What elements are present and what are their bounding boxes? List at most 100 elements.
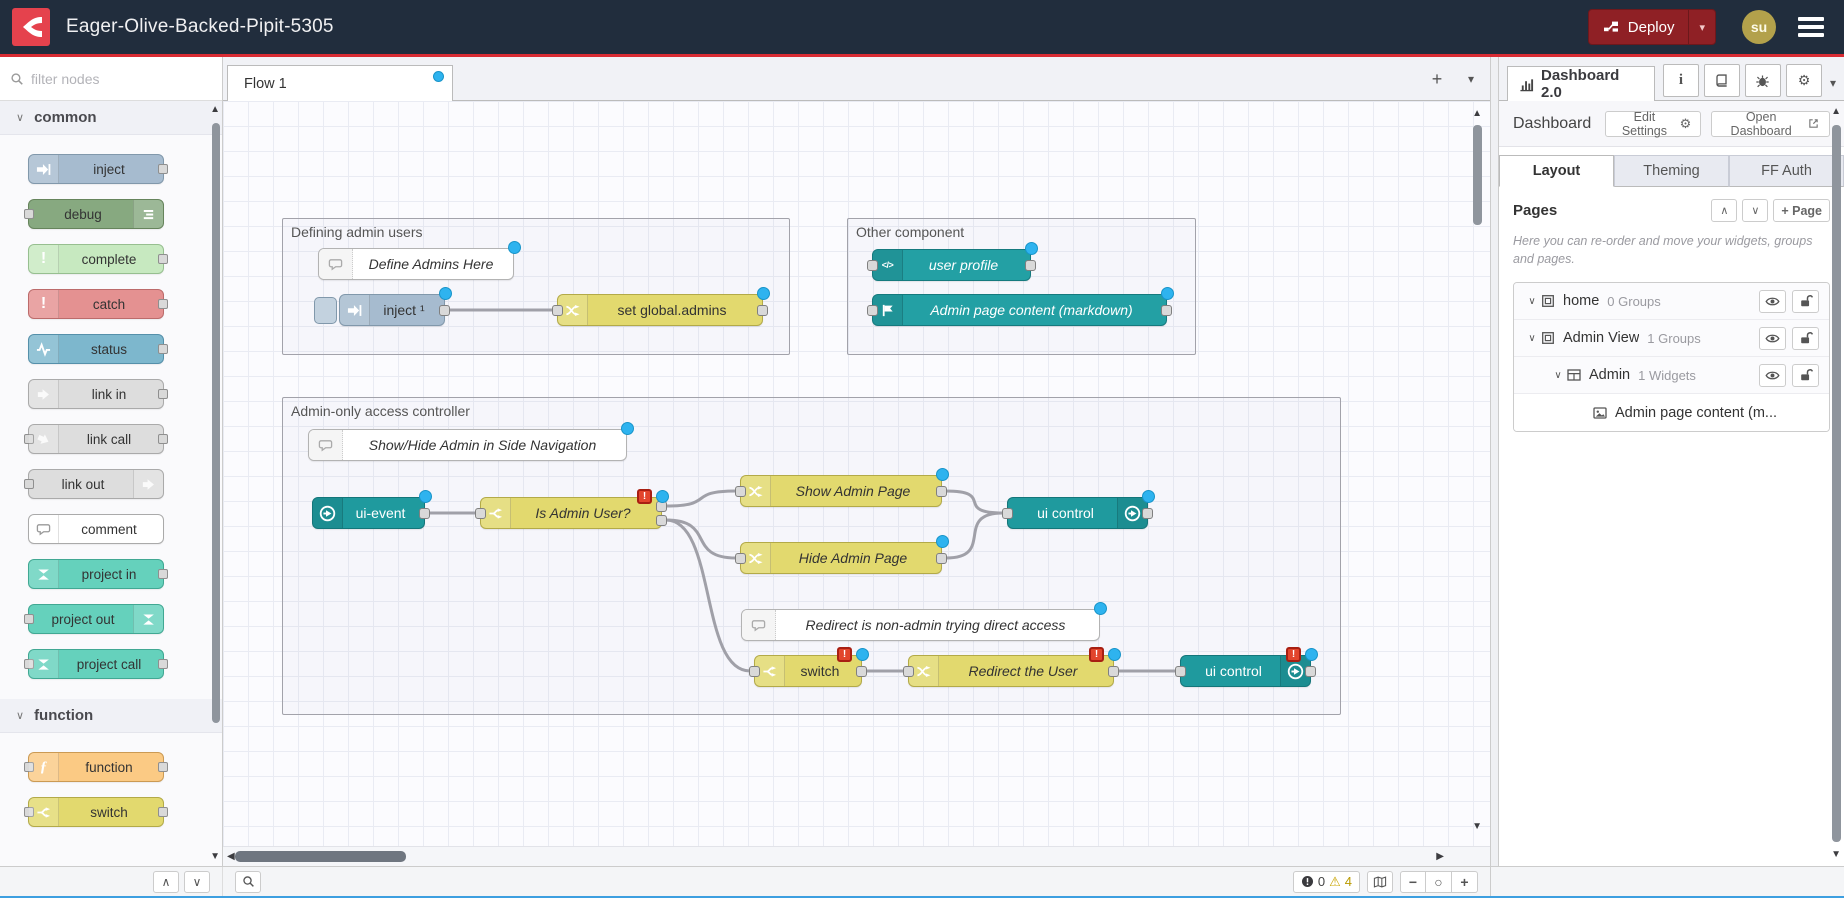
canvas-scroll-left-arrow[interactable]: ◀ xyxy=(227,852,235,862)
dashboard-tab-ff-auth[interactable]: FF Auth xyxy=(1729,155,1844,187)
sidebar-tab-bug[interactable] xyxy=(1745,64,1781,97)
inject-button[interactable] xyxy=(314,297,337,324)
palette-scrollbar[interactable] xyxy=(212,123,220,723)
sidebar-scroll-up-arrow[interactable]: ▲ xyxy=(1831,107,1841,117)
wire-show1-to-uictl1[interactable] xyxy=(946,491,1003,513)
dashboard-tab-theming[interactable]: Theming xyxy=(1614,155,1729,187)
open-dashboard-button[interactable]: Open Dashboard xyxy=(1711,111,1830,137)
sidebar-tab-book[interactable] xyxy=(1704,64,1740,97)
output-port[interactable] xyxy=(1142,508,1153,519)
output-port[interactable] xyxy=(936,553,947,564)
input-port[interactable] xyxy=(1002,508,1013,519)
canvas-scroll-right-arrow[interactable]: ▶ xyxy=(1436,852,1444,862)
node-hide-admin-page-hide1[interactable]: Hide Admin Page xyxy=(740,542,942,574)
output-port[interactable] xyxy=(419,508,430,519)
node-redirect-the-user-redirect1[interactable]: Redirect the User! xyxy=(908,655,1114,687)
canvas-search-button[interactable] xyxy=(235,871,261,893)
add-page-button[interactable]: + Page xyxy=(1773,199,1830,222)
output-port[interactable] xyxy=(1305,666,1316,677)
node-show-admin-page-show1[interactable]: Show Admin Page xyxy=(740,475,942,507)
input-port[interactable] xyxy=(735,553,746,564)
dashboard-tab-layout[interactable]: Layout xyxy=(1499,155,1614,187)
node-is-admin-user-isadmin[interactable]: Is Admin User?! xyxy=(480,497,662,529)
palette-search-input[interactable] xyxy=(31,71,212,87)
wire-hide1-to-uictl1[interactable] xyxy=(946,513,1003,558)
navigator-button[interactable] xyxy=(1367,871,1393,893)
visibility-button[interactable] xyxy=(1759,290,1786,313)
zoom-reset-button[interactable]: ○ xyxy=(1426,871,1452,893)
node-ui-event-uievent1[interactable]: ui-event xyxy=(312,497,425,529)
node-ui-control-uictl1[interactable]: ui control xyxy=(1007,497,1148,529)
node-set-global-admins-change1[interactable]: set global.admins xyxy=(557,294,763,326)
notification-counts[interactable]: 0 ⚠ 4 xyxy=(1293,871,1360,893)
canvas-horizontal-scrollbar[interactable] xyxy=(235,851,406,862)
flowfuse-logo-icon[interactable] xyxy=(12,8,50,46)
tree-row-home[interactable]: ∨home0 Groups xyxy=(1514,283,1829,320)
node-admin-page-content-markdown-template2[interactable]: Admin page content (markdown) xyxy=(872,294,1167,326)
tree-expander-icon[interactable]: ∨ xyxy=(1524,296,1540,307)
input-port[interactable] xyxy=(1175,666,1186,677)
palette-node-debug[interactable]: debug xyxy=(28,199,164,229)
input-port[interactable] xyxy=(867,260,878,271)
user-avatar[interactable]: su xyxy=(1742,10,1776,44)
output-port[interactable] xyxy=(1161,305,1172,316)
expand-all-button[interactable]: ∨ xyxy=(1742,199,1768,222)
node-define-admins-here-comment1[interactable]: Define Admins Here xyxy=(318,248,514,280)
input-port[interactable] xyxy=(475,508,486,519)
node-switch-switch2[interactable]: switch! xyxy=(754,655,862,687)
palette-search[interactable] xyxy=(0,57,222,101)
palette-node-comment[interactable]: comment xyxy=(28,514,164,544)
input-port[interactable] xyxy=(903,666,914,677)
node-user-profile-template1[interactable]: </>user profile xyxy=(872,249,1031,281)
palette-scroll-up-arrow[interactable]: ▲ xyxy=(210,105,220,115)
collapse-all-button[interactable]: ∧ xyxy=(1711,199,1737,222)
sidebar-tab-gear[interactable]: ⚙ xyxy=(1786,64,1822,97)
tree-row-admin-page-content-m[interactable]: Admin page content (m... xyxy=(1514,394,1829,431)
palette-node-project-in[interactable]: project in xyxy=(28,559,164,589)
tree-row-admin-view[interactable]: ∨Admin View1 Groups xyxy=(1514,320,1829,357)
output-port-2[interactable] xyxy=(656,515,667,526)
input-port[interactable] xyxy=(749,666,760,677)
lock-button[interactable] xyxy=(1792,290,1819,313)
tab-flow-1[interactable]: Flow 1 xyxy=(227,65,453,101)
flow-canvas[interactable]: ▲ ▼ Defining admin usersOther componentA… xyxy=(223,101,1490,846)
sidebar-splitter[interactable] xyxy=(1490,57,1499,866)
output-port[interactable] xyxy=(856,666,867,677)
node-show-hide-admin-in-side-navigation-comment2[interactable]: Show/Hide Admin in Side Navigation xyxy=(308,429,627,461)
wire-isadmin-to-hide1[interactable] xyxy=(666,520,736,558)
deploy-button[interactable]: Deploy ▾ xyxy=(1588,9,1716,45)
node-ui-control-uictl2[interactable]: ui control! xyxy=(1180,655,1311,687)
palette-node-inject[interactable]: inject xyxy=(28,154,164,184)
tab-dashboard-2[interactable]: Dashboard 2.0 xyxy=(1507,66,1655,101)
node-redirect-is-non-admin-trying-direct-access-comment3[interactable]: Redirect is non-admin trying direct acce… xyxy=(741,609,1100,641)
palette-node-project-out[interactable]: project out xyxy=(28,604,164,634)
lock-button[interactable] xyxy=(1792,364,1819,387)
input-port[interactable] xyxy=(735,486,746,497)
palette-node-complete[interactable]: !complete xyxy=(28,244,164,274)
output-port[interactable] xyxy=(1108,666,1119,677)
palette-scroll-down-arrow[interactable]: ▼ xyxy=(210,852,220,862)
wire-isadmin-to-switch2[interactable] xyxy=(666,520,750,671)
palette-node-switch[interactable]: switch xyxy=(28,797,164,827)
palette-node-link-call[interactable]: link call xyxy=(28,424,164,454)
output-port[interactable] xyxy=(757,305,768,316)
palette-category-common[interactable]: ∨common xyxy=(0,101,222,135)
zoom-out-button[interactable]: − xyxy=(1400,871,1426,893)
main-menu-button[interactable] xyxy=(1798,17,1824,37)
output-port[interactable] xyxy=(936,486,947,497)
add-flow-button[interactable]: + xyxy=(1422,64,1452,94)
palette-node-status[interactable]: status xyxy=(28,334,164,364)
palette-node-function[interactable]: ƒfunction xyxy=(28,752,164,782)
sidebar-scroll-down-arrow[interactable]: ▼ xyxy=(1831,850,1841,860)
palette-node-link-out[interactable]: link out xyxy=(28,469,164,499)
input-port[interactable] xyxy=(552,305,563,316)
lock-button[interactable] xyxy=(1792,327,1819,350)
palette-collapse-all-button[interactable]: ∧ xyxy=(153,871,179,893)
input-port[interactable] xyxy=(867,305,878,316)
tree-row-admin[interactable]: ∨Admin1 Widgets xyxy=(1514,357,1829,394)
visibility-button[interactable] xyxy=(1759,364,1786,387)
palette-node-link-in[interactable]: link in xyxy=(28,379,164,409)
sidebar-tabs-caret[interactable]: ▾ xyxy=(1830,76,1836,90)
deploy-options-caret[interactable]: ▾ xyxy=(1688,10,1715,44)
tree-expander-icon[interactable]: ∨ xyxy=(1550,370,1566,381)
